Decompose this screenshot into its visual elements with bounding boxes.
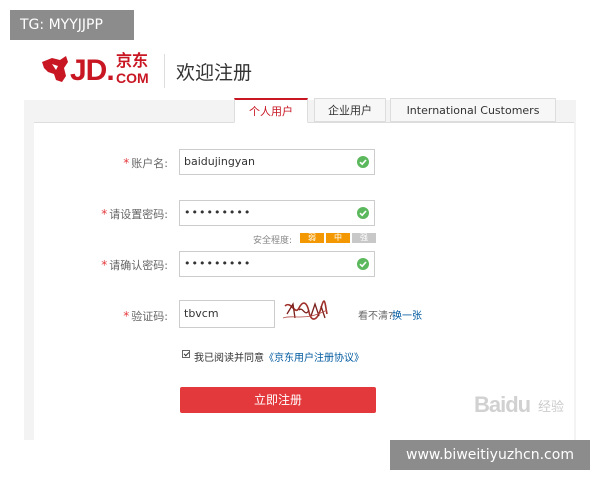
- confirm-password-label-text: 请确认密码:: [109, 259, 168, 272]
- password-label: * 请设置密码:: [68, 206, 168, 222]
- overlay-tag: TG: MYYJJPP: [10, 10, 134, 40]
- strength-weak: 弱: [300, 233, 324, 243]
- site-url-tag: www.biweitiyuzhcn.com: [390, 440, 590, 470]
- tab-enterprise-user[interactable]: 企业用户: [314, 98, 386, 122]
- logo-jd-text: JD.: [70, 54, 115, 87]
- header-divider: [164, 54, 165, 88]
- password-input[interactable]: •••••••••: [179, 200, 375, 226]
- captcha-input[interactable]: tbvcm: [179, 300, 275, 328]
- strength-strong: 强: [352, 233, 376, 243]
- baidu-watermark: Baidu: [474, 392, 531, 417]
- tab-international-customers[interactable]: International Customers: [390, 98, 556, 122]
- password-valid-check-icon: [357, 207, 369, 219]
- logo-cn-text: 京东: [116, 51, 149, 70]
- required-mark: *: [123, 156, 130, 170]
- captcha-refresh-link[interactable]: 换一张: [392, 307, 422, 322]
- agreement-checkbox[interactable]: [182, 350, 190, 358]
- username-input[interactable]: baidujingyan: [179, 149, 375, 175]
- agreement-prefix: 我已阅读并同意: [194, 353, 264, 364]
- confirm-password-input[interactable]: •••••••••: [179, 251, 375, 277]
- required-mark: *: [101, 258, 108, 272]
- required-mark: *: [101, 207, 108, 221]
- username-label-text: 账户名:: [131, 157, 168, 170]
- captcha-image[interactable]: [281, 296, 329, 328]
- required-mark: *: [123, 309, 130, 323]
- captcha-label: * 验证码:: [68, 308, 168, 324]
- captcha-hint: 看不清?: [358, 311, 394, 322]
- register-submit-button[interactable]: 立即注册: [180, 387, 376, 413]
- password-label-text: 请设置密码:: [109, 208, 168, 221]
- username-label: * 账户名:: [68, 155, 168, 171]
- agreement-text: 我已阅读并同意《京东用户注册协议》: [194, 349, 364, 364]
- confirm-valid-check-icon: [357, 258, 369, 270]
- captcha-label-text: 验证码:: [131, 310, 168, 323]
- tab-personal-user[interactable]: 个人用户: [234, 98, 308, 123]
- strength-medium: 中: [326, 233, 350, 243]
- confirm-password-label: * 请确认密码:: [68, 257, 168, 273]
- page-title: 欢迎注册: [176, 62, 253, 84]
- jingyan-watermark: 经验: [538, 400, 565, 415]
- username-valid-check-icon: [357, 156, 369, 168]
- logo-com-text: COM: [116, 70, 149, 86]
- agreement-link[interactable]: 《京东用户注册协议》: [264, 353, 364, 364]
- strength-label: 安全程度:: [253, 236, 293, 246]
